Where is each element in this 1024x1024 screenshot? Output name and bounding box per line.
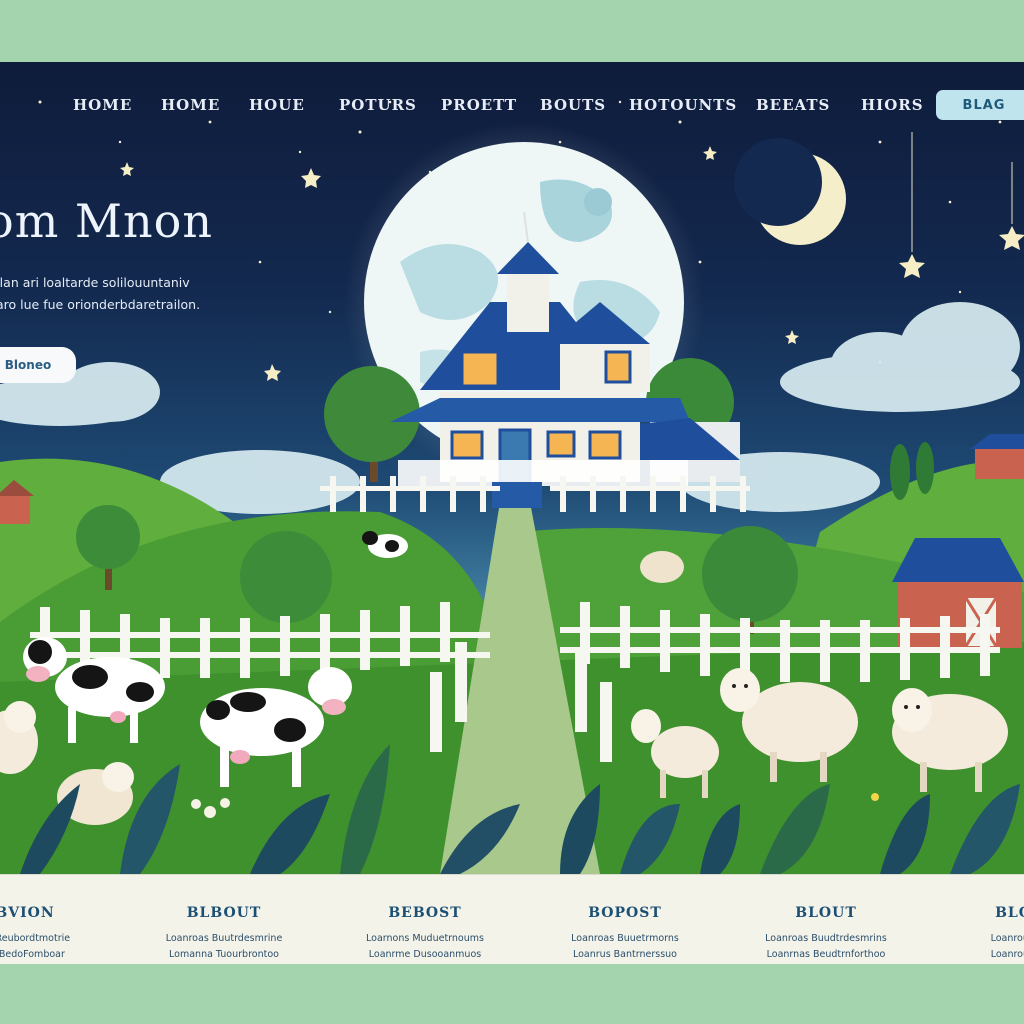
- footer: BVION Tol Reubordtmotrie Fe BedoFomboar …: [0, 874, 1024, 964]
- footer-link[interactable]: Loanrous Bu: [930, 931, 1024, 947]
- footer-link[interactable]: Loanroas Buutrdesmrine: [134, 931, 314, 947]
- hero-title: om Mnon: [0, 194, 213, 248]
- footer-link[interactable]: Loanroas Buuetrmorns: [535, 931, 715, 947]
- footer-link[interactable]: Loarnons Muduetrnoums: [335, 931, 515, 947]
- footer-heading[interactable]: BLBOUT: [134, 905, 314, 921]
- footer-heading[interactable]: BOPOST: [535, 905, 715, 921]
- footer-column: BLOUT Loanroas Buudtrdesmrins Loanrnas B…: [736, 905, 916, 963]
- footer-heading[interactable]: BLOG: [930, 905, 1024, 921]
- hero-banner: HOME HOME HOUE POTURS PROETT BOUTS HOTOU…: [0, 62, 1024, 874]
- star-icon: [703, 146, 717, 160]
- sheep-icon: [640, 551, 684, 583]
- nav-item-houe[interactable]: HOUE: [249, 96, 305, 114]
- crescent-moon-icon: [734, 138, 846, 245]
- footer-heading[interactable]: BVION: [0, 905, 115, 921]
- nav-item-home-2[interactable]: HOME: [161, 96, 220, 114]
- star-icon: [264, 364, 281, 381]
- hero-subtitle: Ilan ari loaltarde solilouuntaniv aro lu…: [0, 272, 200, 316]
- star-icon: [301, 168, 321, 188]
- star-icon: [120, 162, 134, 176]
- nav-item-home[interactable]: HOME: [73, 96, 132, 114]
- footer-link[interactable]: Loanrnas Beudtrnforthoo: [736, 947, 916, 963]
- hero-subtitle-line-2: aro lue fue orionderbdaretrailon.: [0, 297, 201, 312]
- nav-item-beeats[interactable]: BEEATS: [756, 96, 830, 114]
- footer-column: BVION Tol Reubordtmotrie Fe BedoFomboar: [0, 905, 115, 963]
- nav-item-hiors[interactable]: HIORS: [861, 96, 924, 114]
- page-frame: HOME HOME HOUE POTURS PROETT BOUTS HOTOU…: [0, 62, 1024, 964]
- footer-link[interactable]: Fe BedoFomboar: [0, 947, 115, 963]
- hero-subtitle-line-1: Ilan ari loaltarde solilouuntaniv: [0, 275, 190, 290]
- footer-heading[interactable]: BLOUT: [736, 905, 916, 921]
- footer-link[interactable]: Loanrous Bo: [930, 947, 1024, 963]
- footer-column: BLBOUT Loanroas Buutrdesmrine Lomanna Tu…: [134, 905, 314, 963]
- footer-link[interactable]: Tol Reubordtmotrie: [0, 931, 115, 947]
- barn-icon: [970, 434, 1024, 479]
- hero-cta-button[interactable]: Bloneo: [0, 347, 76, 383]
- footer-column: BOPOST Loanroas Buuetrmorns Loanrus Bant…: [535, 905, 715, 963]
- footer-link[interactable]: Lomanna Tuourbrontoo: [134, 947, 314, 963]
- footer-link[interactable]: Loanroas Buudtrdesmrins: [736, 931, 916, 947]
- footer-column: BLOG Loanrous Bu Loanrous Bo: [930, 905, 1024, 963]
- blog-button[interactable]: BLAG: [936, 90, 1024, 120]
- nav-item-proett[interactable]: PROETT: [441, 96, 517, 114]
- footer-link[interactable]: Loanrme Dusooanmuos: [335, 947, 515, 963]
- star-icon: [899, 254, 925, 278]
- footer-heading[interactable]: BEBOST: [335, 905, 515, 921]
- footer-column: BEBOST Loarnons Muduetrnoums Loanrme Dus…: [335, 905, 515, 963]
- top-nav: HOME HOME HOUE POTURS PROETT BOUTS HOTOU…: [0, 90, 1024, 120]
- nav-item-poturs[interactable]: POTURS: [339, 96, 417, 114]
- nav-item-hotounts[interactable]: HOTOUNTS: [629, 96, 737, 114]
- farm-night-illustration: [0, 100, 1024, 874]
- footer-link[interactable]: Loanrus Bantrnerssuo: [535, 947, 715, 963]
- nav-item-bouts[interactable]: BOUTS: [540, 96, 606, 114]
- star-icon: [999, 226, 1024, 250]
- star-icon: [785, 330, 799, 344]
